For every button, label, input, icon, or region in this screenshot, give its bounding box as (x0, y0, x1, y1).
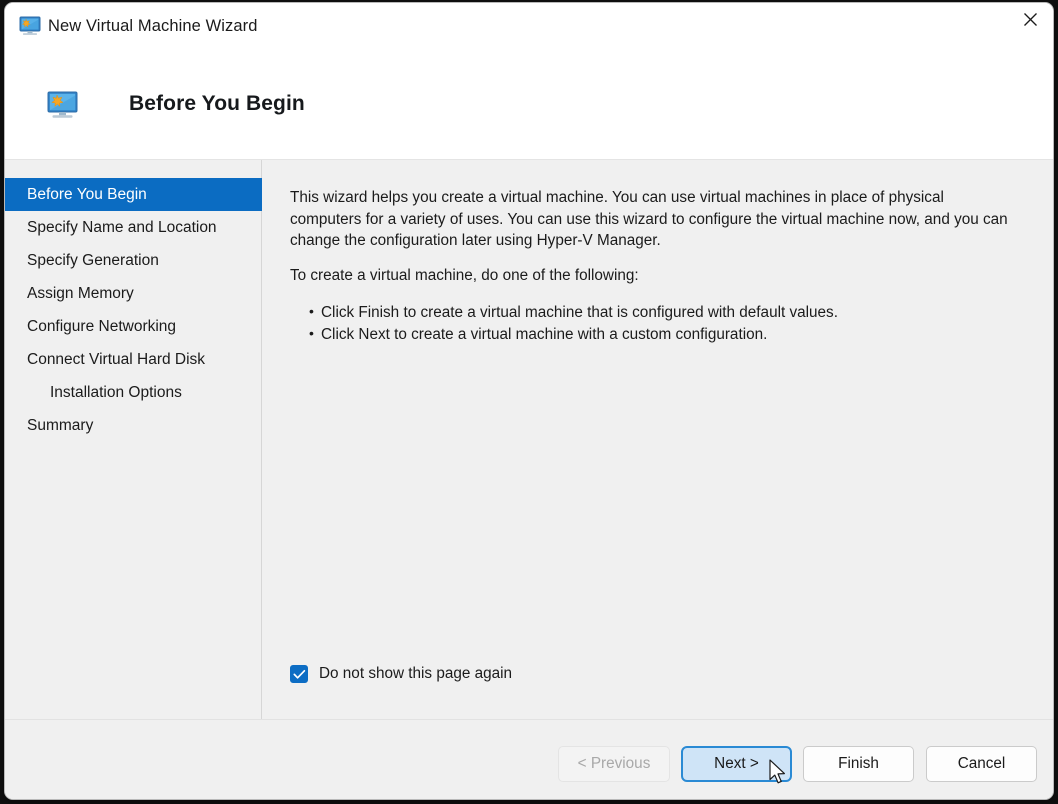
cancel-button[interactable]: Cancel (926, 746, 1037, 782)
page-title: Before You Begin (129, 92, 305, 115)
wizard-content-pane: This wizard helps you create a virtual m… (263, 160, 1053, 719)
sidebar-item-specify-name-and-location[interactable]: Specify Name and Location (5, 211, 261, 244)
finish-button[interactable]: Finish (803, 746, 914, 782)
wizard-footer: < Previous Next > Finish Cancel (5, 719, 1053, 799)
sidebar-item-specify-generation[interactable]: Specify Generation (5, 244, 261, 277)
virtual-machine-monitor-icon (19, 16, 41, 36)
sidebar-item-configure-networking[interactable]: Configure Networking (5, 310, 261, 343)
previous-button[interactable]: < Previous (558, 746, 670, 782)
wizard-steps-sidebar: Before You Begin Specify Name and Locati… (5, 160, 262, 719)
wizard-body: Before You Begin Specify Name and Locati… (5, 160, 1053, 719)
window-title: New Virtual Machine Wizard (48, 17, 258, 35)
intro-paragraph: This wizard helps you create a virtual m… (290, 189, 1008, 249)
sidebar-item-assign-memory[interactable]: Assign Memory (5, 277, 261, 310)
checkbox-label: Do not show this page again (319, 665, 513, 682)
do-not-show-again-checkbox-row[interactable]: Do not show this page again (290, 665, 512, 683)
list-item: Click Next to create a virtual machine w… (309, 323, 838, 346)
wizard-page-header: Before You Begin (5, 52, 1053, 160)
new-virtual-machine-wizard-window: New Virtual Machine Wizard Before You Be… (4, 2, 1054, 800)
virtual-machine-monitor-icon (47, 91, 78, 120)
sidebar-item-connect-virtual-hard-disk[interactable]: Connect Virtual Hard Disk (5, 343, 261, 376)
sidebar-item-installation-options[interactable]: Installation Options (5, 376, 261, 409)
sidebar-item-summary[interactable]: Summary (5, 409, 261, 442)
sidebar-item-before-you-begin[interactable]: Before You Begin (5, 178, 262, 211)
title-bar: New Virtual Machine Wizard (5, 3, 1053, 52)
close-icon[interactable] (1007, 3, 1053, 35)
next-button[interactable]: Next > (681, 746, 792, 782)
instruction-paragraph: To create a virtual machine, do one of t… (290, 267, 639, 284)
instruction-bullet-list: Click Finish to create a virtual machine… (293, 301, 838, 346)
checkbox-checked-icon[interactable] (290, 665, 308, 683)
list-item: Click Finish to create a virtual machine… (309, 301, 838, 324)
